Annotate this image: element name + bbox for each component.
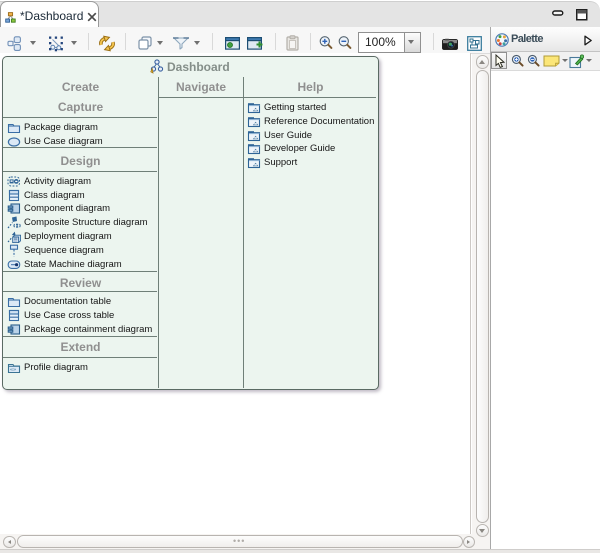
svg-text:«»: «» xyxy=(10,367,16,373)
